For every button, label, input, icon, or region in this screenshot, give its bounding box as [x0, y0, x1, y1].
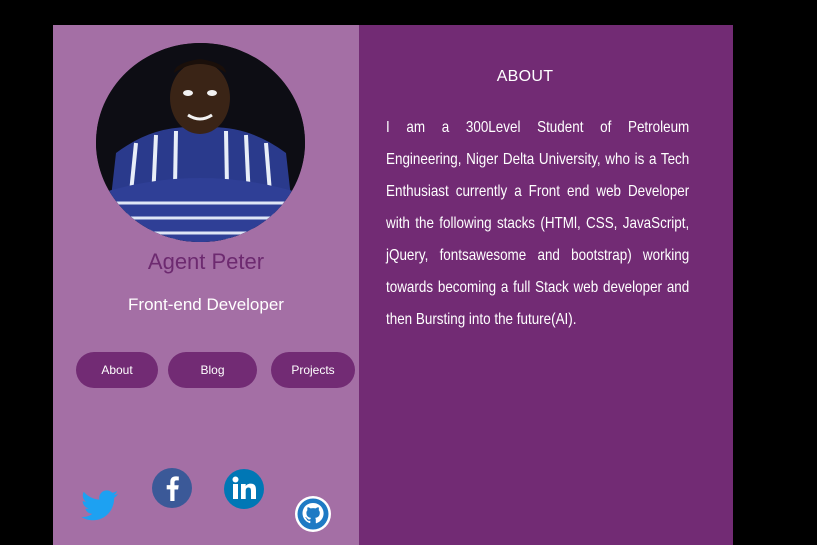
facebook-icon[interactable]: [151, 467, 193, 509]
profile-name: Agent Peter: [147, 249, 265, 274]
about-button[interactable]: About: [76, 352, 158, 388]
about-heading: ABOUT: [496, 68, 554, 85]
profile-card: Agent Peter Front-end Developer About Bl…: [53, 25, 733, 545]
projects-button[interactable]: Projects: [271, 352, 355, 388]
linkedin-icon[interactable]: [223, 468, 265, 510]
twitter-icon[interactable]: [80, 489, 120, 525]
avatar: [96, 43, 305, 242]
profile-photo: [96, 43, 305, 242]
github-icon[interactable]: [294, 495, 332, 533]
about-panel: ABOUT I am a 300Level Student of Petrole…: [359, 25, 733, 545]
about-description: I am a 300Level Student of Petroleum Eng…: [386, 119, 690, 328]
blog-button[interactable]: Blog: [168, 352, 257, 388]
profile-role: Front-end Developer: [128, 295, 284, 314]
profile-panel: Agent Peter Front-end Developer About Bl…: [53, 25, 359, 545]
